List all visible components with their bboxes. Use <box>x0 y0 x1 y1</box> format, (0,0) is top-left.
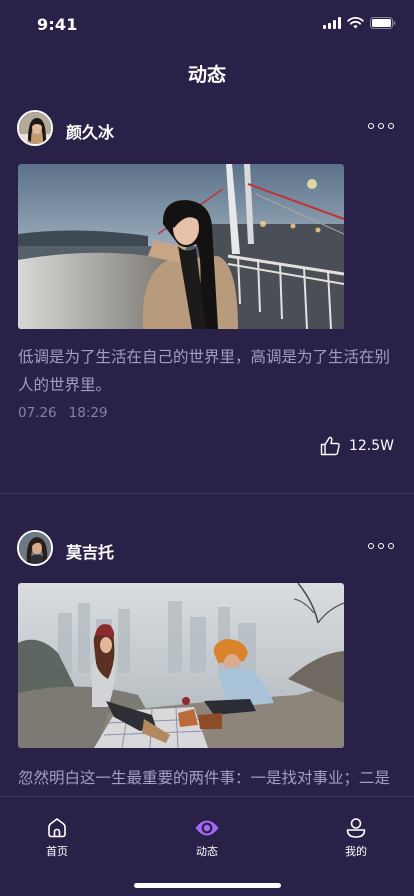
tab-label: 我的 <box>345 845 367 858</box>
post-meta: 07.26 18:29 <box>18 405 108 421</box>
post-header: 颜久冰 <box>0 100 414 160</box>
more-options-icon[interactable] <box>368 543 394 549</box>
post-header: 莫吉托 <box>0 520 414 580</box>
screen: 9:41 动态 颜久冰 低调是为了生活在自己的世界里，高调是为了生活在别人的世界… <box>0 0 414 896</box>
more-options-icon[interactable] <box>368 123 394 129</box>
feed: 颜久冰 低调是为了生活在自己的世界里，高调是为了生活在别人的世界里。 07.26… <box>0 100 414 787</box>
battery-icon <box>370 17 396 29</box>
like-button[interactable]: 12.5W <box>320 436 394 456</box>
post-photo[interactable] <box>18 164 344 329</box>
avatar[interactable] <box>17 530 53 566</box>
signal-icon <box>323 17 341 29</box>
home-icon <box>48 818 66 838</box>
post-card: 莫吉托 忽然明白这一生最重要的两件事：一是找对事业；二是 <box>0 520 414 787</box>
tab-bar: 首页 动态 我的 <box>0 796 414 896</box>
eye-icon <box>195 820 219 836</box>
tab-label: 动态 <box>196 845 218 858</box>
post-date: 07.26 <box>18 405 57 421</box>
post-card: 颜久冰 低调是为了生活在自己的世界里，高调是为了生活在别人的世界里。 07.26… <box>0 100 414 493</box>
post-text: 低调是为了生活在自己的世界里，高调是为了生活在别人的世界里。 <box>18 348 391 394</box>
tab-home[interactable]: 首页 <box>27 817 87 859</box>
post-time: 18:29 <box>68 405 108 421</box>
post-photo[interactable] <box>18 583 344 748</box>
status-bar: 9:41 <box>0 0 414 50</box>
divider <box>0 493 414 494</box>
profile-icon <box>346 818 366 838</box>
wifi-icon <box>347 17 364 29</box>
thumbs-up-icon <box>320 436 340 456</box>
tab-label: 首页 <box>46 845 68 858</box>
tab-profile[interactable]: 我的 <box>326 817 386 859</box>
tab-moments[interactable]: 动态 <box>177 817 237 859</box>
post-text: 忽然明白这一生最重要的两件事：一是找对事业；二是 <box>18 769 391 787</box>
post-username[interactable]: 莫吉托 <box>66 539 114 563</box>
avatar[interactable] <box>17 110 53 146</box>
home-indicator[interactable] <box>134 883 281 888</box>
page-title: 动态 <box>187 64 226 86</box>
status-icons <box>323 17 396 29</box>
status-time: 9:41 <box>37 15 78 34</box>
like-count: 12.5W <box>348 438 394 454</box>
post-username[interactable]: 颜久冰 <box>66 119 114 143</box>
